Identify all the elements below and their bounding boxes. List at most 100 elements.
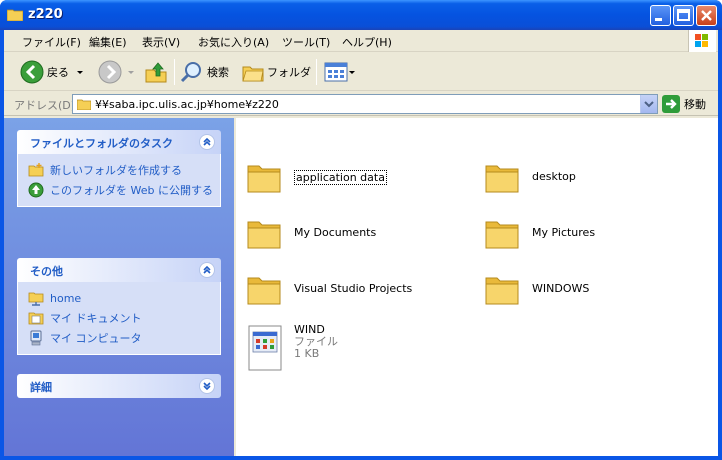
up-folder-button[interactable] [144, 58, 168, 86]
minimize-button[interactable] [650, 5, 671, 26]
collapse-icon[interactable] [199, 262, 215, 278]
toolbar-separator [316, 59, 317, 85]
address-dropdown-button[interactable] [640, 95, 657, 113]
file-icon [248, 325, 282, 371]
up-folder-icon [145, 62, 167, 83]
expand-icon[interactable] [199, 378, 215, 394]
address-bar: アドレス(D) ¥¥saba.ipc.ulis.ac.jp¥home¥z220 … [4, 92, 718, 116]
folder-item[interactable]: Visual Studio Projects [246, 272, 412, 306]
go-arrow-icon [662, 95, 680, 113]
folder-item[interactable]: My Pictures [484, 216, 595, 250]
place-my-documents-label: マイ ドキュメント [50, 312, 142, 325]
toolbar-separator [174, 59, 175, 85]
maximize-button[interactable] [673, 5, 694, 26]
menu-file[interactable]: ファイル(F) [22, 34, 81, 50]
menu-edit[interactable]: 編集(E) [89, 34, 127, 50]
place-my-computer-label: マイ コンピュータ [50, 332, 142, 345]
folder-name: desktop [532, 170, 576, 183]
file-tasks-panel: ファイルとフォルダのタスク 新しいフォルダを作成する このフォルダを Web に… [17, 130, 221, 207]
folder-icon [485, 165, 519, 193]
chevron-down-icon [128, 71, 134, 74]
search-icon [180, 62, 201, 83]
folder-icon [247, 221, 281, 249]
network-folder-icon [28, 292, 44, 306]
other-places-title: その他 [30, 265, 63, 278]
folder-item[interactable]: application data [246, 160, 387, 194]
close-icon [701, 10, 712, 21]
folder-icon [485, 221, 519, 249]
publish-web-icon [28, 182, 44, 198]
my-documents-icon [28, 312, 44, 325]
window-client: ファイル(F) 編集(E) 表示(V) お気に入り(A) ツール(T) ヘルプ(… [4, 30, 718, 456]
search-button[interactable]: 検索 [180, 58, 229, 86]
folder-icon [77, 99, 91, 110]
folder-icon [485, 277, 519, 305]
folders-label: フォルダ [267, 66, 311, 79]
place-home[interactable]: home [28, 288, 220, 308]
file-tasks-header[interactable]: ファイルとフォルダのタスク [17, 130, 221, 154]
folder-icon [247, 165, 281, 193]
views-icon [324, 62, 348, 82]
address-input[interactable]: ¥¥saba.ipc.ulis.ac.jp¥home¥z220 [72, 94, 658, 114]
folder-item[interactable]: WINDOWS [484, 272, 589, 306]
menu-help[interactable]: ヘルプ(H) [342, 34, 392, 50]
back-button[interactable]: 戻る [20, 58, 85, 86]
views-button[interactable] [324, 58, 356, 86]
file-size: 1 KB [294, 347, 320, 360]
menu-tools[interactable]: ツール(T) [282, 34, 330, 50]
other-places-header[interactable]: その他 [17, 258, 221, 282]
folder-name: My Pictures [532, 226, 596, 239]
place-home-label: home [50, 291, 82, 305]
menu-bar: ファイル(F) 編集(E) 表示(V) お気に入り(A) ツール(T) ヘルプ(… [4, 30, 718, 52]
file-item[interactable]: WIND ファイル 1 KB [246, 324, 338, 372]
go-label: 移動 [684, 98, 706, 111]
collapse-icon[interactable] [199, 134, 215, 150]
place-my-documents[interactable]: マイ ドキュメント [28, 308, 220, 328]
address-label: アドレス(D) [14, 99, 76, 112]
back-label: 戻る [47, 66, 69, 79]
chevron-down-icon [77, 71, 83, 74]
task-publish-web[interactable]: このフォルダを Web に公開する [28, 180, 220, 200]
folder-item[interactable]: My Documents [246, 216, 376, 250]
folder-item[interactable]: desktop [484, 160, 576, 194]
folders-button[interactable]: フォルダ [242, 58, 311, 86]
folder-name: application data [294, 170, 387, 185]
minimize-icon [655, 18, 662, 21]
forward-button[interactable] [98, 58, 136, 86]
details-panel: 詳細 [17, 374, 221, 398]
standard-toolbar: 戻る 検索 フォルダ [4, 53, 718, 91]
go-button[interactable]: 移動 [662, 95, 706, 113]
details-title: 詳細 [30, 381, 52, 394]
folder-icon [247, 277, 281, 305]
search-label: 検索 [207, 66, 229, 79]
folder-name: Visual Studio Projects [294, 282, 413, 295]
title-bar[interactable]: z220 [0, 0, 722, 30]
my-computer-icon [30, 330, 42, 346]
close-button[interactable] [696, 5, 717, 26]
chevron-down-icon [644, 101, 654, 108]
forward-arrow-icon [98, 60, 122, 84]
window-title: z220 [28, 7, 63, 22]
windows-logo [688, 30, 716, 52]
folder-name: WINDOWS [532, 282, 590, 295]
folder-name: My Documents [294, 226, 377, 239]
chevron-down-icon [349, 71, 355, 74]
menu-favorites[interactable]: お気に入り(A) [198, 34, 269, 50]
file-list: application data desktop My Documents My… [236, 118, 718, 456]
details-header[interactable]: 詳細 [17, 374, 221, 398]
folder-icon [7, 9, 23, 21]
file-details: WIND ファイル 1 KB [294, 324, 338, 360]
task-new-folder-label: 新しいフォルダを作成する [50, 164, 182, 177]
explorer-window: z220 ファイル(F) 編集(E) 表示(V) お気に入り(A) ツール(T)… [0, 0, 722, 460]
menu-view[interactable]: 表示(V) [142, 34, 180, 50]
task-new-folder[interactable]: 新しいフォルダを作成する [28, 160, 220, 180]
windows-flag-icon [695, 34, 708, 47]
address-value: ¥¥saba.ipc.ulis.ac.jp¥home¥z220 [95, 98, 279, 111]
other-places-panel: その他 home マイ ドキュメント マイ コンピュータ [17, 258, 221, 355]
file-tasks-title: ファイルとフォルダのタスク [30, 137, 173, 150]
place-my-computer[interactable]: マイ コンピュータ [28, 328, 220, 348]
new-folder-icon [28, 163, 44, 177]
folders-icon [242, 66, 264, 82]
task-publish-web-label: このフォルダを Web に公開する [50, 184, 213, 197]
task-pane: ファイルとフォルダのタスク 新しいフォルダを作成する このフォルダを Web に… [4, 118, 234, 456]
